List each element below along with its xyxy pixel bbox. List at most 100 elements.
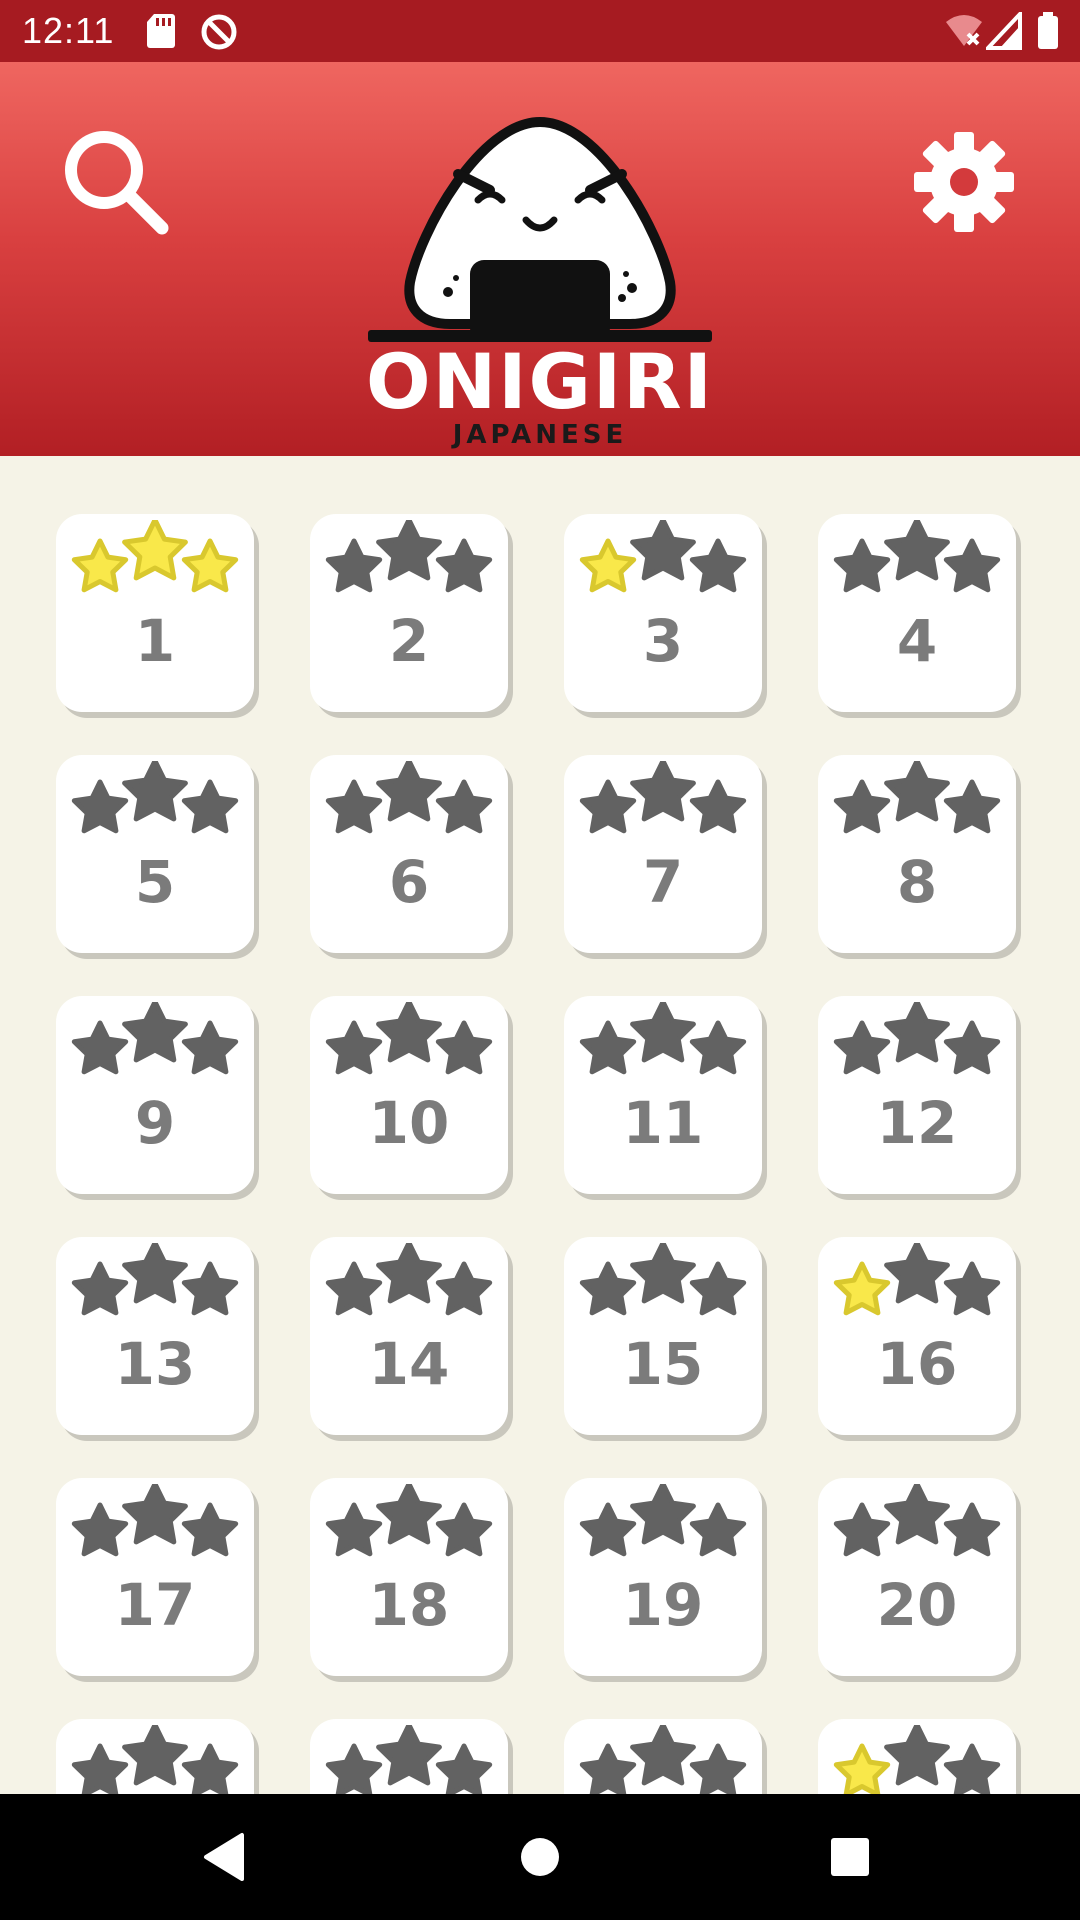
star-empty-icon	[943, 538, 1001, 593]
level-number: 2	[388, 607, 430, 675]
level-card[interactable]: 8	[818, 755, 1016, 953]
level-card[interactable]: 2	[310, 514, 508, 712]
star-empty-icon	[579, 1743, 637, 1794]
star-empty-icon	[943, 1261, 1001, 1316]
star-earned-icon	[71, 538, 129, 593]
level-number: 5	[134, 848, 176, 916]
level-stars	[325, 1002, 493, 1075]
sd-card-icon	[147, 14, 175, 48]
level-list[interactable]: 1 2 3 4 5 6 7 8 9 10 11 12 13 14 15 16 17 18 19 20	[0, 456, 1080, 1794]
star-empty-icon	[689, 1502, 747, 1557]
star-empty-icon	[579, 1502, 637, 1557]
level-card[interactable]: 1	[56, 514, 254, 712]
star-empty-icon	[435, 1261, 493, 1316]
back-button[interactable]	[196, 1827, 256, 1887]
level-number: 12	[876, 1089, 958, 1157]
level-card[interactable]: 3	[564, 514, 762, 712]
level-number: 10	[368, 1089, 450, 1157]
home-button[interactable]	[510, 1827, 570, 1887]
star-empty-icon	[435, 538, 493, 593]
level-stars	[579, 1484, 747, 1557]
level-stars	[833, 1002, 1001, 1075]
star-empty-icon	[325, 1261, 383, 1316]
level-number: 15	[622, 1330, 704, 1398]
level-card[interactable]: 14	[310, 1237, 508, 1435]
star-empty-icon	[435, 1020, 493, 1075]
star-earned-icon	[122, 520, 188, 581]
status-bar: 12:11	[0, 0, 1080, 62]
star-empty-icon	[884, 761, 950, 822]
level-card[interactable]: 4	[818, 514, 1016, 712]
star-empty-icon	[630, 1725, 696, 1786]
star-empty-icon	[833, 1502, 891, 1557]
level-stars	[71, 1484, 239, 1557]
star-empty-icon	[376, 1725, 442, 1786]
level-card[interactable]: 20	[818, 1478, 1016, 1676]
star-empty-icon	[435, 779, 493, 834]
star-empty-icon	[943, 1502, 1001, 1557]
star-empty-icon	[630, 1484, 696, 1545]
star-empty-icon	[630, 1243, 696, 1304]
star-empty-icon	[325, 538, 383, 593]
level-card[interactable]: 19	[564, 1478, 762, 1676]
star-empty-icon	[122, 1243, 188, 1304]
level-card[interactable]: 6	[310, 755, 508, 953]
level-card[interactable]: 9	[56, 996, 254, 1194]
level-stars	[833, 1725, 1001, 1794]
level-stars	[71, 1725, 239, 1794]
wifi-off-icon	[946, 15, 982, 46]
star-empty-icon	[325, 1502, 383, 1557]
level-card[interactable]: 5	[56, 755, 254, 953]
onigiri-logo: ONIGIRI JAPANESE	[360, 102, 720, 448]
star-empty-icon	[579, 1020, 637, 1075]
level-card[interactable]: 12	[818, 996, 1016, 1194]
level-card[interactable]: 10	[310, 996, 508, 1194]
level-card[interactable]: 11	[564, 996, 762, 1194]
level-stars	[833, 520, 1001, 593]
level-stars	[579, 761, 747, 834]
level-stars	[579, 520, 747, 593]
navigation-bar	[0, 1794, 1080, 1920]
logo-subtitle: JAPANESE	[452, 420, 628, 450]
level-number: 7	[642, 848, 684, 916]
star-empty-icon	[71, 1502, 129, 1557]
level-number: 6	[388, 848, 430, 916]
status-time: 12:11	[22, 10, 115, 51]
star-empty-icon	[325, 1743, 383, 1794]
star-empty-icon	[630, 1002, 696, 1063]
level-card[interactable]: 17	[56, 1478, 254, 1676]
level-card[interactable]: 18	[310, 1478, 508, 1676]
search-icon	[65, 131, 169, 235]
level-number: 20	[876, 1571, 958, 1639]
level-stars	[579, 1725, 747, 1794]
level-card[interactable]	[56, 1719, 254, 1794]
star-empty-icon	[689, 1743, 747, 1794]
level-grid: 1 2 3 4 5 6 7 8 9 10 11 12 13 14 15 16 17 18 19 20	[56, 514, 1016, 1794]
star-empty-icon	[884, 1002, 950, 1063]
level-number: 17	[114, 1571, 196, 1639]
star-empty-icon	[943, 1743, 1001, 1794]
star-empty-icon	[630, 520, 696, 581]
star-empty-icon	[325, 1020, 383, 1075]
level-card[interactable]: 13	[56, 1237, 254, 1435]
level-card[interactable]: 7	[564, 755, 762, 953]
level-card[interactable]	[310, 1719, 508, 1794]
settings-button[interactable]	[906, 124, 1022, 240]
star-earned-icon	[833, 1743, 891, 1794]
level-card[interactable]: 15	[564, 1237, 762, 1435]
recents-button[interactable]	[820, 1827, 880, 1887]
search-button[interactable]	[58, 124, 174, 240]
gear-icon	[914, 132, 1014, 232]
level-number: 16	[876, 1330, 958, 1398]
star-empty-icon	[181, 1743, 239, 1794]
star-earned-icon	[579, 538, 637, 593]
level-card[interactable]	[818, 1719, 1016, 1794]
level-card[interactable]	[564, 1719, 762, 1794]
star-empty-icon	[884, 1725, 950, 1786]
star-empty-icon	[376, 1243, 442, 1304]
star-empty-icon	[122, 761, 188, 822]
star-empty-icon	[884, 1243, 950, 1304]
level-number: 19	[622, 1571, 704, 1639]
level-stars	[325, 1243, 493, 1316]
level-card[interactable]: 16	[818, 1237, 1016, 1435]
